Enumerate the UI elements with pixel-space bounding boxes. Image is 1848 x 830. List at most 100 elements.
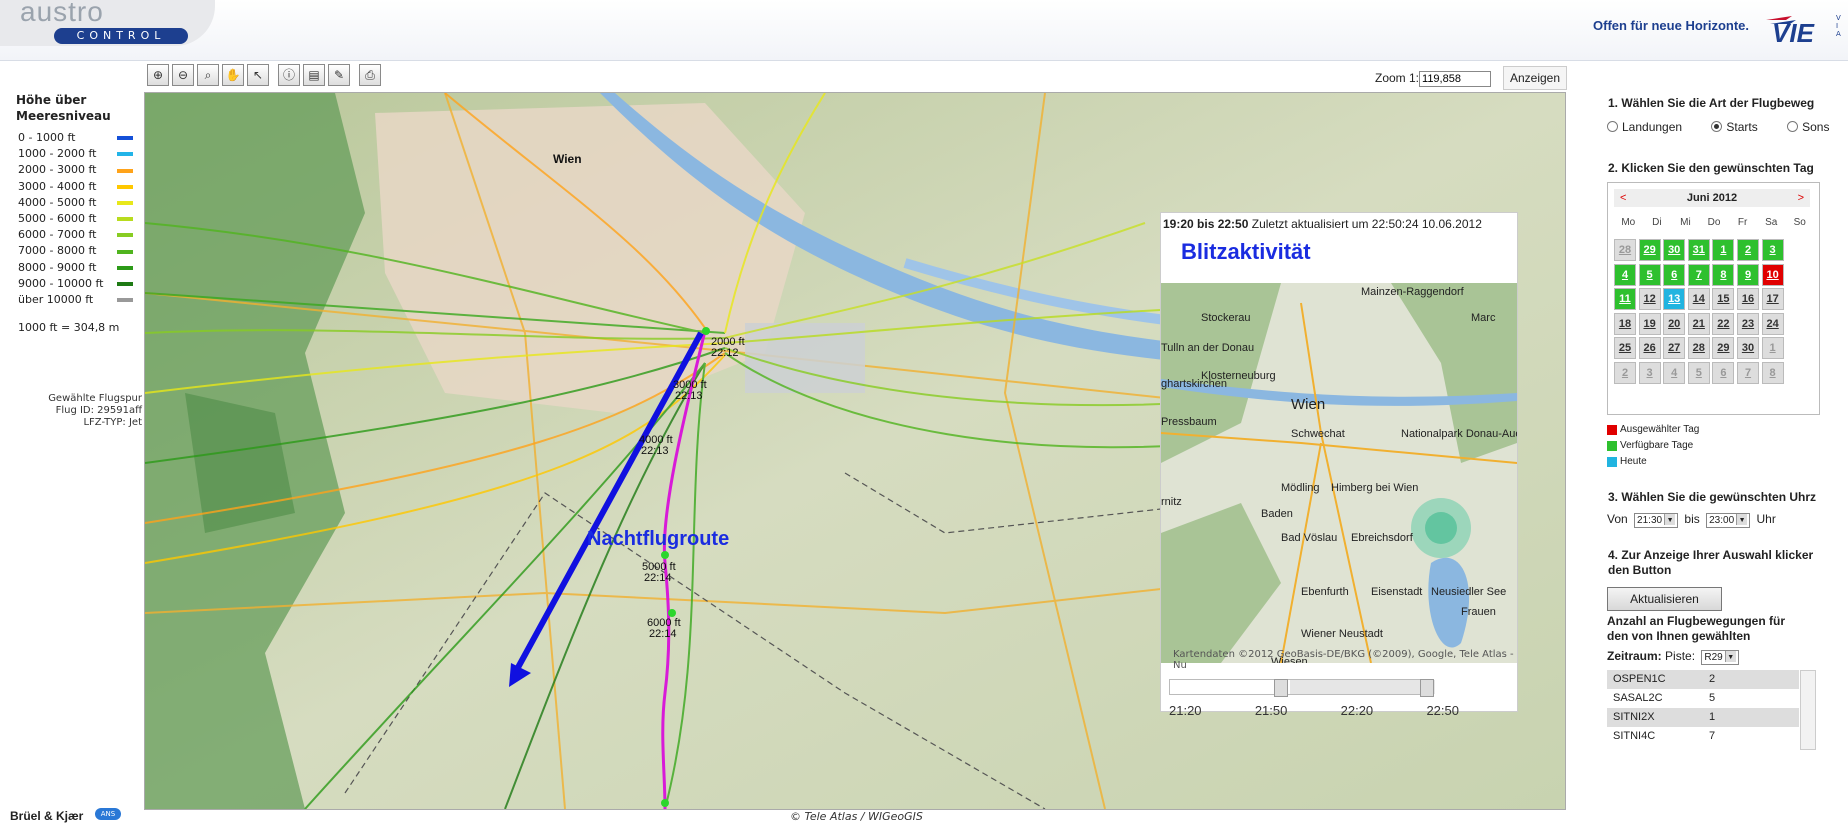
next-month-button[interactable]: > <box>1798 189 1804 207</box>
calendar-day: 4 <box>1663 362 1686 384</box>
radio-button[interactable] <box>1787 121 1799 132</box>
weekday-label: Fr <box>1737 217 1748 228</box>
calendar-day: 28 <box>1614 239 1636 261</box>
calendar-day[interactable]: 13 <box>1663 288 1686 311</box>
calendar-day[interactable]: 11 <box>1614 288 1636 311</box>
runway-select[interactable]: R29 ▼ <box>1701 650 1739 665</box>
lightning-density <box>1425 512 1457 544</box>
chevron-down-icon: ▼ <box>1664 514 1676 525</box>
radio-starts[interactable]: Starts <box>1711 120 1758 134</box>
key-today: Heute <box>1607 456 1647 467</box>
inset-place-label: Wiener Neustadt <box>1301 628 1383 640</box>
inset-place-label: ghartskirchen <box>1161 378 1227 390</box>
calendar-day[interactable]: 10 <box>1761 263 1784 286</box>
legend-swatch <box>117 298 133 303</box>
legend-label: 4000 - 5000 ft <box>18 195 97 209</box>
legend-label: 3000 - 4000 ft <box>18 179 97 193</box>
city-label-wien: Wien <box>553 152 582 166</box>
time-slider[interactable] <box>1169 679 1435 697</box>
info-icon[interactable]: ⓘ <box>278 64 300 86</box>
calendar-day: 23 <box>1737 312 1759 335</box>
zoom-label: Zoom 1: <box>1375 71 1420 85</box>
inset-place-label: Eisenstadt <box>1371 586 1422 598</box>
zoom-in-icon[interactable]: ⊕ <box>147 64 169 86</box>
slider-tick: 21:50 <box>1254 703 1288 718</box>
prev-month-button[interactable]: < <box>1620 189 1626 207</box>
legend-swatch <box>117 152 133 157</box>
step4-heading: 4. Zur Anzeige Ihrer Auswahl klicker den… <box>1608 548 1813 578</box>
radio-button[interactable] <box>1607 121 1618 132</box>
calendar-day: 21 <box>1687 312 1710 335</box>
table-row: SITNI2X 1 <box>1607 708 1799 727</box>
calendar-day[interactable]: 5 <box>1638 263 1661 286</box>
slider-ticks: 21:20 21:50 22:20 22:50 <box>1169 703 1459 718</box>
pointer-icon[interactable]: ↖ <box>247 64 269 86</box>
runway-label: Piste: <box>1665 649 1696 663</box>
calendar-day[interactable]: 7 <box>1687 263 1710 286</box>
calendar-day: 5 <box>1687 362 1710 384</box>
radio-landungen[interactable]: Landungen <box>1607 120 1682 134</box>
legend-label: 1000 - 2000 ft <box>18 147 97 161</box>
legend-row: 0 - 1000 ft <box>18 130 133 146</box>
radio-label: Starts <box>1726 120 1758 134</box>
zoom-box-icon[interactable]: ⌕ <box>197 64 219 86</box>
measure-icon[interactable]: ✎ <box>328 64 350 86</box>
calendar-day[interactable]: 2 <box>1737 239 1759 261</box>
key-label: Heute <box>1620 456 1647 467</box>
step4-line2: den Button <box>1608 563 1672 577</box>
legend-swatch <box>117 281 133 286</box>
calendar-day: 19 <box>1638 312 1661 335</box>
print-icon[interactable]: ⎙ <box>359 64 381 86</box>
calendar-day[interactable]: 8 <box>1712 263 1735 286</box>
calendar-day[interactable]: 9 <box>1737 263 1759 286</box>
radio-sonstige[interactable]: Sons <box>1787 120 1829 134</box>
track-time-label: 22:12 <box>711 347 739 359</box>
calendar-day: 26 <box>1638 337 1661 360</box>
table-row: SASAL2C 5 <box>1607 689 1799 708</box>
inset-place-label: Mödling <box>1281 482 1320 494</box>
legend-swatch <box>117 233 133 238</box>
zoom-apply-button[interactable]: Anzeigen <box>1503 66 1567 90</box>
bookmark-icon[interactable]: ▤ <box>303 64 325 86</box>
slider-thumb-end[interactable] <box>1420 679 1434 697</box>
inset-place-label: Pressbaum <box>1161 416 1217 428</box>
calendar-day: 28 <box>1687 337 1710 360</box>
austro-control-logo[interactable]: austro CONTROL <box>0 0 215 46</box>
pan-hand-icon[interactable]: ✋ <box>222 64 244 86</box>
calendar-day[interactable]: 30 <box>1663 239 1686 261</box>
track-point <box>702 327 710 335</box>
legend-row: 3000 - 4000 ft <box>18 179 133 195</box>
legend-label: über 10000 ft <box>18 293 94 307</box>
track-time-label: 22:14 <box>649 628 677 640</box>
to-time-select[interactable]: 23:00 ▼ <box>1706 513 1751 528</box>
logo-pill: CONTROL <box>54 28 188 44</box>
route-name: OSPEN1C <box>1613 673 1666 685</box>
calendar-day[interactable]: 3 <box>1761 239 1784 261</box>
zoom-input[interactable] <box>1419 71 1492 87</box>
legend-label: 8000 - 9000 ft <box>18 260 97 274</box>
legend-swatch <box>117 265 133 270</box>
calendar-day[interactable]: 1 <box>1712 239 1735 261</box>
route-count: 5 <box>1709 692 1716 704</box>
inset-place-label: Himberg bei Wien <box>1331 482 1418 494</box>
track-point <box>668 609 676 617</box>
table-scrollbar[interactable] <box>1800 670 1816 750</box>
legend-swatch <box>117 184 133 189</box>
runway-value: R29 <box>1704 652 1723 663</box>
slider-thumb-start[interactable] <box>1274 679 1288 697</box>
from-time-select[interactable]: 21:30 ▼ <box>1634 513 1679 528</box>
calendar-day[interactable]: 4 <box>1614 263 1636 286</box>
calendar-day[interactable]: 31 <box>1687 239 1710 261</box>
lightning-map[interactable]: StockerauTulln an der DonauKlosterneubur… <box>1161 283 1517 663</box>
slider-tick: 22:20 <box>1340 703 1374 718</box>
update-button[interactable]: Aktualisieren <box>1607 587 1722 611</box>
legend-label: 2000 - 3000 ft <box>18 163 97 177</box>
selected-flight-info: Gewählte Flugspur Flug ID: 29591aff LFZ-… <box>20 393 142 429</box>
calendar-day[interactable]: 29 <box>1638 239 1661 261</box>
radio-button[interactable] <box>1711 121 1723 132</box>
calendar-day: 8 <box>1761 362 1784 384</box>
step4-line1: 4. Zur Anzeige Ihrer Auswahl klicker <box>1608 548 1814 562</box>
legend-row: 9000 - 10000 ft <box>18 276 133 292</box>
calendar-day[interactable]: 6 <box>1663 263 1686 286</box>
zoom-out-icon[interactable]: ⊖ <box>172 64 194 86</box>
